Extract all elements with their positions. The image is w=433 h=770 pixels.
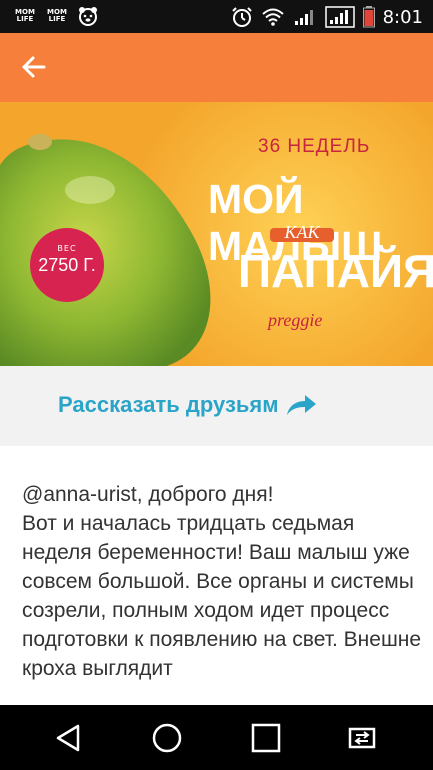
back-triangle-icon[interactable]: [52, 722, 84, 754]
greeting-text: @anna-urist, доброго дня!: [22, 483, 274, 506]
home-circle-icon[interactable]: [151, 722, 183, 754]
clock: 8:01: [382, 6, 423, 28]
wifi-icon: [261, 8, 284, 26]
mom-life-app-icon: MOM LIFE: [47, 8, 67, 23]
status-bar-notifications: MOM LIFE MOM LIFE: [14, 6, 98, 26]
weight-value: 2750 Г.: [38, 255, 96, 275]
brand-logo: preggie: [268, 310, 323, 330]
share-section: Рассказать друзьям: [0, 366, 433, 446]
article-text: Вот и началась тридцать седьмая неделя б…: [22, 512, 422, 680]
article-content: @anna-urist, доброго дня! Вот и началась…: [22, 480, 422, 705]
signal-icon: [294, 10, 313, 25]
weight-badge: ВЕС 2750 Г.: [30, 228, 104, 302]
kak-text: КАК: [284, 222, 320, 242]
app-bar: [0, 33, 433, 102]
signal-icon: [324, 6, 355, 28]
weeks-label: 36 НЕДЕЛЬ: [258, 136, 371, 157]
share-button[interactable]: Рассказать друзьям: [58, 392, 317, 418]
papaya-illustration: [0, 134, 211, 366]
battery-icon: [362, 6, 375, 28]
share-arrow-icon: [286, 395, 316, 415]
status-bar: MOM LIFE MOM LIFE 8:01: [0, 0, 433, 33]
recents-square-icon[interactable]: [250, 722, 282, 754]
alarm-icon: [231, 7, 252, 27]
share-label: Рассказать друзьям: [58, 392, 279, 417]
weight-label: ВЕС: [57, 244, 77, 253]
week-banner: ВЕС 2750 Г. 36 НЕДЕЛЬ МОЙ МАЛЫШ КАК ПАПА…: [0, 102, 433, 366]
mom-life-app-icon: MOM LIFE: [15, 8, 35, 23]
back-arrow-icon[interactable]: [20, 53, 48, 81]
banner-title-line2: ПАПАЙЯ: [238, 245, 433, 297]
bear-app-icon: [79, 7, 97, 26]
switch-icon[interactable]: [346, 722, 378, 754]
navigation-bar: [0, 705, 433, 770]
status-bar-system: 8:01: [231, 4, 423, 30]
